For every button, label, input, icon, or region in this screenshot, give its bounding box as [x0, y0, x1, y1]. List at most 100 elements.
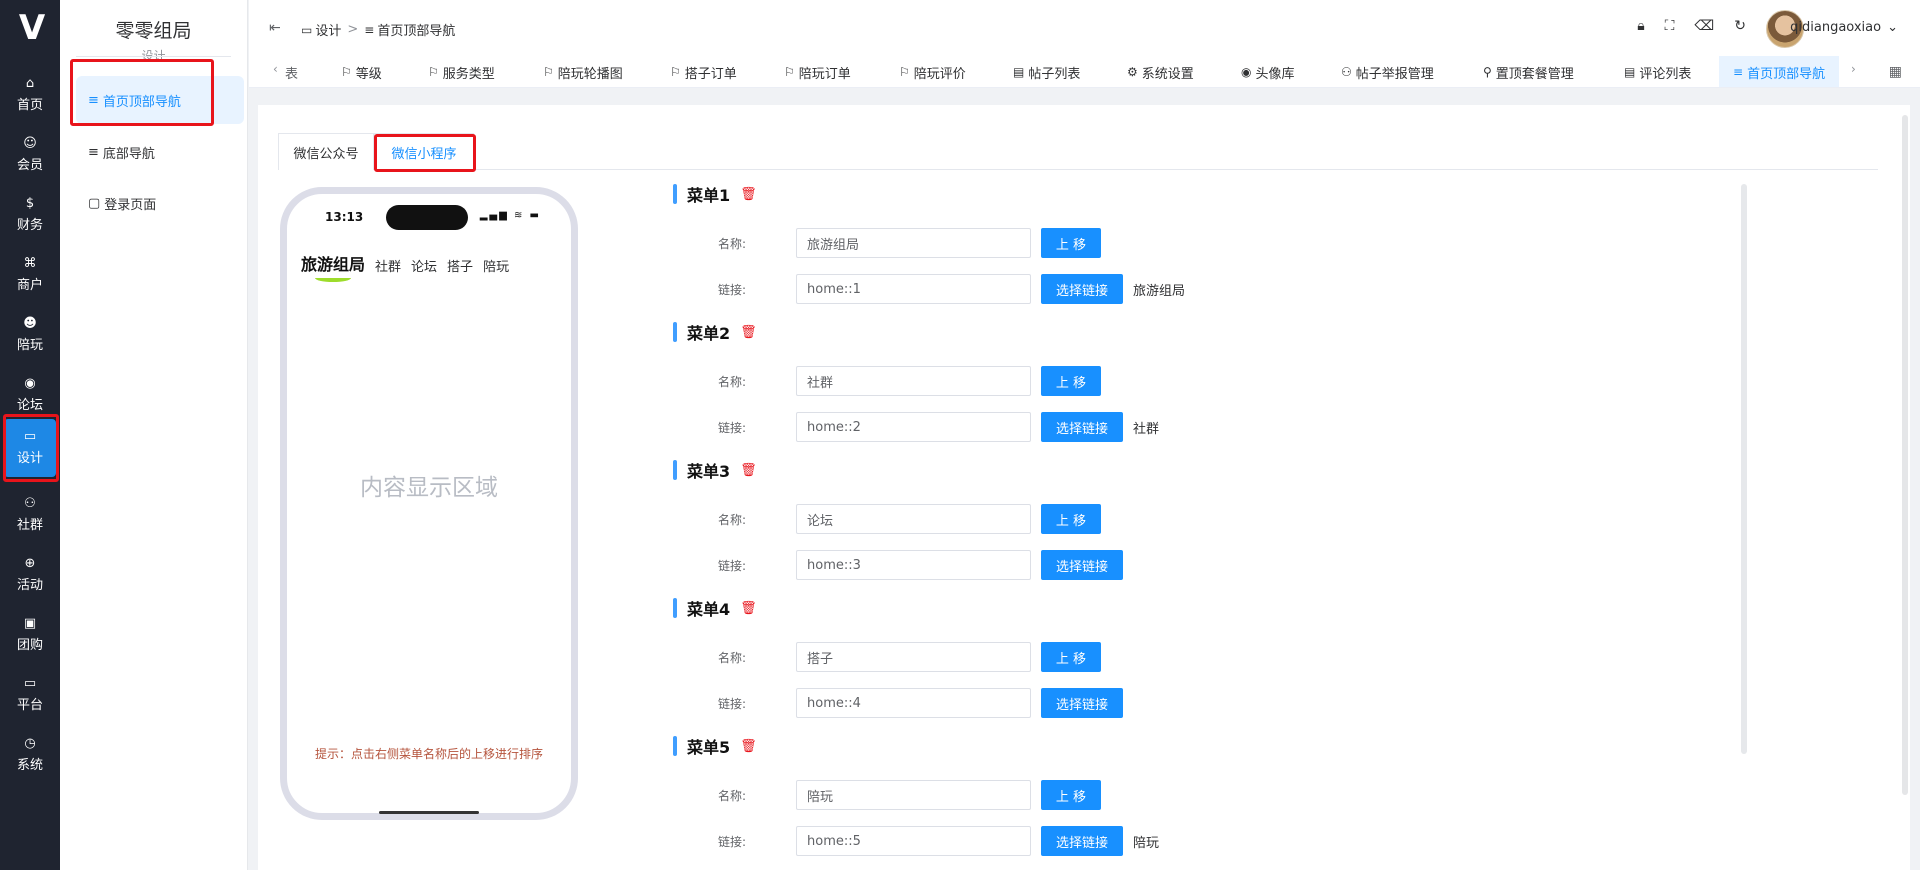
platform-tabs: 微信公众号 微信小程序 [278, 133, 1878, 170]
user-menu[interactable]: qidiangaoxiao ⌄ [1790, 20, 1898, 35]
submenu-item-label: 底部导航 [102, 146, 155, 162]
rail-item-community[interactable]: ⚇ 社群 [0, 486, 60, 544]
choose-link-button[interactable]: 选择链接 [1041, 412, 1123, 442]
tag-label: 搭子订单 [684, 66, 737, 82]
tag-label: 系统设置 [1141, 66, 1194, 82]
tag-companion-reviews[interactable]: ⚐ 陪玩评价 [899, 56, 966, 87]
menu-name-input[interactable] [796, 228, 1031, 258]
menu-link-input[interactable] [796, 412, 1031, 442]
move-up-button[interactable]: 上 移 [1041, 780, 1101, 810]
rail-item-companion[interactable]: ☻ 陪玩 [0, 306, 60, 364]
tab-wechat-official[interactable]: 微信公众号 [278, 133, 374, 170]
trash-icon[interactable]: 🗑︎ [740, 601, 757, 616]
menu-name: 菜单3 [687, 462, 731, 481]
chevron-down-icon: ⌄ [1887, 20, 1898, 35]
trash-icon[interactable]: 🗑︎ [740, 463, 757, 478]
rail-item-member[interactable]: ☺ 会员 [0, 126, 60, 184]
app-logo[interactable]: V [0, 0, 60, 56]
preview-nav-brand: 旅游组局 [301, 251, 365, 282]
editor-scrollbar[interactable] [1741, 184, 1747, 754]
page-scrollbar[interactable] [1902, 115, 1908, 795]
menu-link-input[interactable] [796, 550, 1031, 580]
rail-item-home[interactable]: ⌂ 首页 [0, 66, 60, 124]
move-up-button[interactable]: 上 移 [1041, 504, 1101, 534]
title-accent-bar [673, 736, 677, 756]
tag-post-list[interactable]: ▤ 帖子列表 [1013, 56, 1081, 87]
tag-label: 帖子列表 [1028, 66, 1081, 82]
main-rail: V ⌂ 首页 ☺ 会员 $ 财务 ⌘ 商户 ☻ 陪玩 ◉ 论坛 ▭ 设计 ⚇ 社群 ⊕ 活动 ▣ 团… [0, 0, 60, 870]
grid-icon[interactable]: ▦ [1889, 64, 1902, 80]
menu-link-input[interactable] [796, 826, 1031, 856]
tag-post-reports[interactable]: ⚇ 帖子举报管理 [1341, 56, 1434, 87]
rail-item-forum[interactable]: ◉ 论坛 [0, 366, 60, 424]
breadcrumb-item[interactable]: 设计 [315, 20, 341, 39]
rail-item-label: 商户 [16, 278, 43, 293]
menu-link-input[interactable] [796, 688, 1031, 718]
chevron-right-icon[interactable]: › [1851, 62, 1856, 76]
trash-icon[interactable]: 🗑︎ [740, 325, 757, 340]
choose-link-button[interactable]: 选择链接 [1041, 274, 1123, 304]
rail-item-label: 财务 [16, 218, 43, 233]
tag-top-nav[interactable]: ≡ 首页顶部导航 [1719, 56, 1840, 87]
list-icon: ≡ [1733, 65, 1744, 79]
submenu-item-bottom-nav[interactable]: ≡ 底部导航 [76, 128, 248, 176]
activity-icon: ⊕ [24, 556, 36, 571]
choose-link-button[interactable]: 选择链接 [1041, 688, 1123, 718]
submenu-item-top-nav[interactable]: ≡ 首页顶部导航 [76, 76, 244, 124]
rail-item-merchant[interactable]: ⌘ 商户 [0, 246, 60, 304]
collapse-menu-icon[interactable]: ⇤ [269, 20, 281, 36]
rail-item-design[interactable]: ▭ 设计 [4, 419, 56, 477]
dynamic-island [386, 205, 468, 230]
link-row: 链接: 选择链接陪玩 [718, 826, 1159, 856]
name-row: 名称: 上 移 [718, 642, 1101, 672]
flag-icon: ⚐ [543, 65, 554, 79]
choose-link-button[interactable]: 选择链接 [1041, 550, 1123, 580]
menu-link-input[interactable] [796, 274, 1031, 304]
move-up-button[interactable]: 上 移 [1041, 642, 1101, 672]
submenu-item-login-page[interactable]: ▢ 登录页面 [76, 179, 248, 227]
rail-item-activity[interactable]: ⊕ 活动 [0, 546, 60, 604]
logo-v-icon: V [18, 8, 45, 48]
chevron-left-icon[interactable]: ‹ [273, 62, 278, 76]
menu-name-input[interactable] [796, 642, 1031, 672]
menu-name-input[interactable] [796, 780, 1031, 810]
name-label: 名称: [718, 650, 747, 665]
menu-name-input[interactable] [796, 504, 1031, 534]
rail-item-label: 活动 [16, 578, 43, 593]
clear-cache-icon[interactable]: ⌫ [1694, 18, 1714, 34]
tag-level[interactable]: ⚐ 等级 [341, 56, 382, 87]
tag-pin-packages[interactable]: ⚲ 置顶套餐管理 [1483, 56, 1574, 87]
move-up-button[interactable]: 上 移 [1041, 228, 1101, 258]
link-row: 链接: 选择链接社群 [718, 412, 1159, 442]
rail-item-system[interactable]: ◷ 系统 [0, 726, 60, 784]
tag-companion-banner[interactable]: ⚐ 陪玩轮播图 [543, 56, 623, 87]
submenu-item-label: 登录页面 [104, 197, 157, 213]
link-label: 链接: [718, 834, 747, 849]
trash-icon[interactable]: 🗑︎ [740, 739, 757, 754]
fullscreen-icon[interactable]: ⛶ [1665, 18, 1675, 34]
home-indicator [379, 811, 479, 814]
tag-label: 陪玩订单 [798, 66, 851, 82]
name-row: 名称: 上 移 [718, 780, 1101, 810]
menu-name-input[interactable] [796, 366, 1031, 396]
tab-wechat-mini-program[interactable]: 微信小程序 [374, 133, 474, 170]
tag-service-type[interactable]: ⚐ 服务类型 [428, 56, 495, 87]
tag-avatar-library[interactable]: ◉ 头像库 [1241, 56, 1295, 87]
choose-link-button[interactable]: 选择链接 [1041, 826, 1123, 856]
tag-partner-orders[interactable]: ⚐ 搭子订单 [670, 56, 737, 87]
tag-system-settings[interactable]: ⚙ 系统设置 [1127, 56, 1194, 87]
move-up-button[interactable]: 上 移 [1041, 366, 1101, 396]
rail-item-finance[interactable]: $ 财务 [0, 186, 60, 244]
trash-icon[interactable]: 🗑︎ [740, 187, 757, 202]
tag-clipped[interactable]: 表 [285, 56, 298, 87]
groupbuy-icon: ▣ [23, 616, 37, 631]
tag-comment-list[interactable]: ▤ 评论列表 [1624, 56, 1691, 87]
lock-icon[interactable]: 🔒︎ [1637, 18, 1644, 34]
tag-label: 帖子举报管理 [1355, 66, 1434, 82]
rail-item-platform[interactable]: ▭ 平台 [0, 666, 60, 724]
menu-name: 菜单4 [687, 600, 731, 619]
refresh-icon[interactable]: ↻ [1734, 18, 1746, 34]
tag-companion-orders[interactable]: ⚐ 陪玩订单 [784, 56, 851, 87]
rail-item-groupbuy[interactable]: ▣ 团购 [0, 606, 60, 664]
name-row: 名称: 上 移 [718, 228, 1101, 258]
